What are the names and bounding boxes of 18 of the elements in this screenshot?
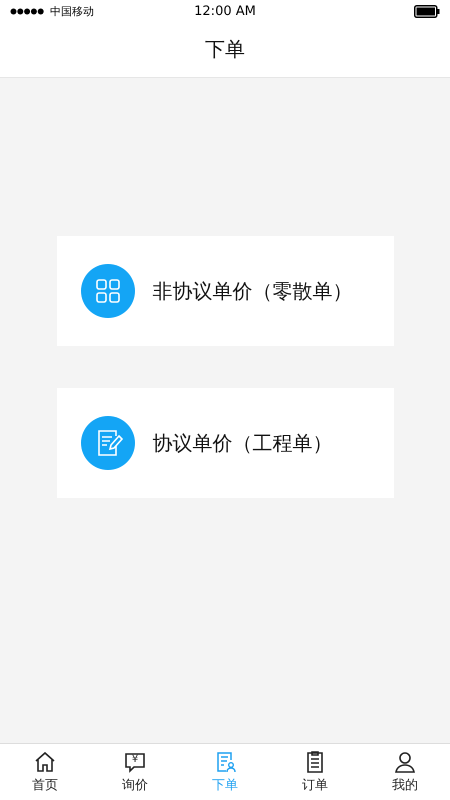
tab-item[interactable]: 首页 bbox=[0, 744, 90, 800]
document-icon bbox=[80, 416, 134, 470]
grid-icon bbox=[80, 264, 134, 318]
page-title: 下单 bbox=[205, 36, 245, 63]
tab-item[interactable]: ¥ 询价 bbox=[90, 744, 180, 800]
clock-time: 12:00 AM bbox=[194, 4, 256, 18]
option-label: 协议单价（工程单） bbox=[152, 430, 332, 456]
tab-item[interactable]: 订单 bbox=[270, 744, 360, 800]
option-card[interactable]: 非协议单价（零散单） bbox=[56, 236, 394, 346]
home-icon bbox=[33, 750, 57, 774]
battery-icon bbox=[414, 4, 440, 18]
option-card[interactable]: 协议单价（工程单） bbox=[56, 388, 394, 498]
option-label: 非协议单价（零散单） bbox=[152, 278, 352, 304]
price-tag-icon: ¥ bbox=[123, 750, 147, 774]
tab-item[interactable]: 我的 bbox=[360, 744, 450, 800]
carrier-name: 中国移动 bbox=[50, 4, 94, 18]
user-icon bbox=[393, 750, 417, 774]
signal-icon bbox=[10, 8, 44, 14]
